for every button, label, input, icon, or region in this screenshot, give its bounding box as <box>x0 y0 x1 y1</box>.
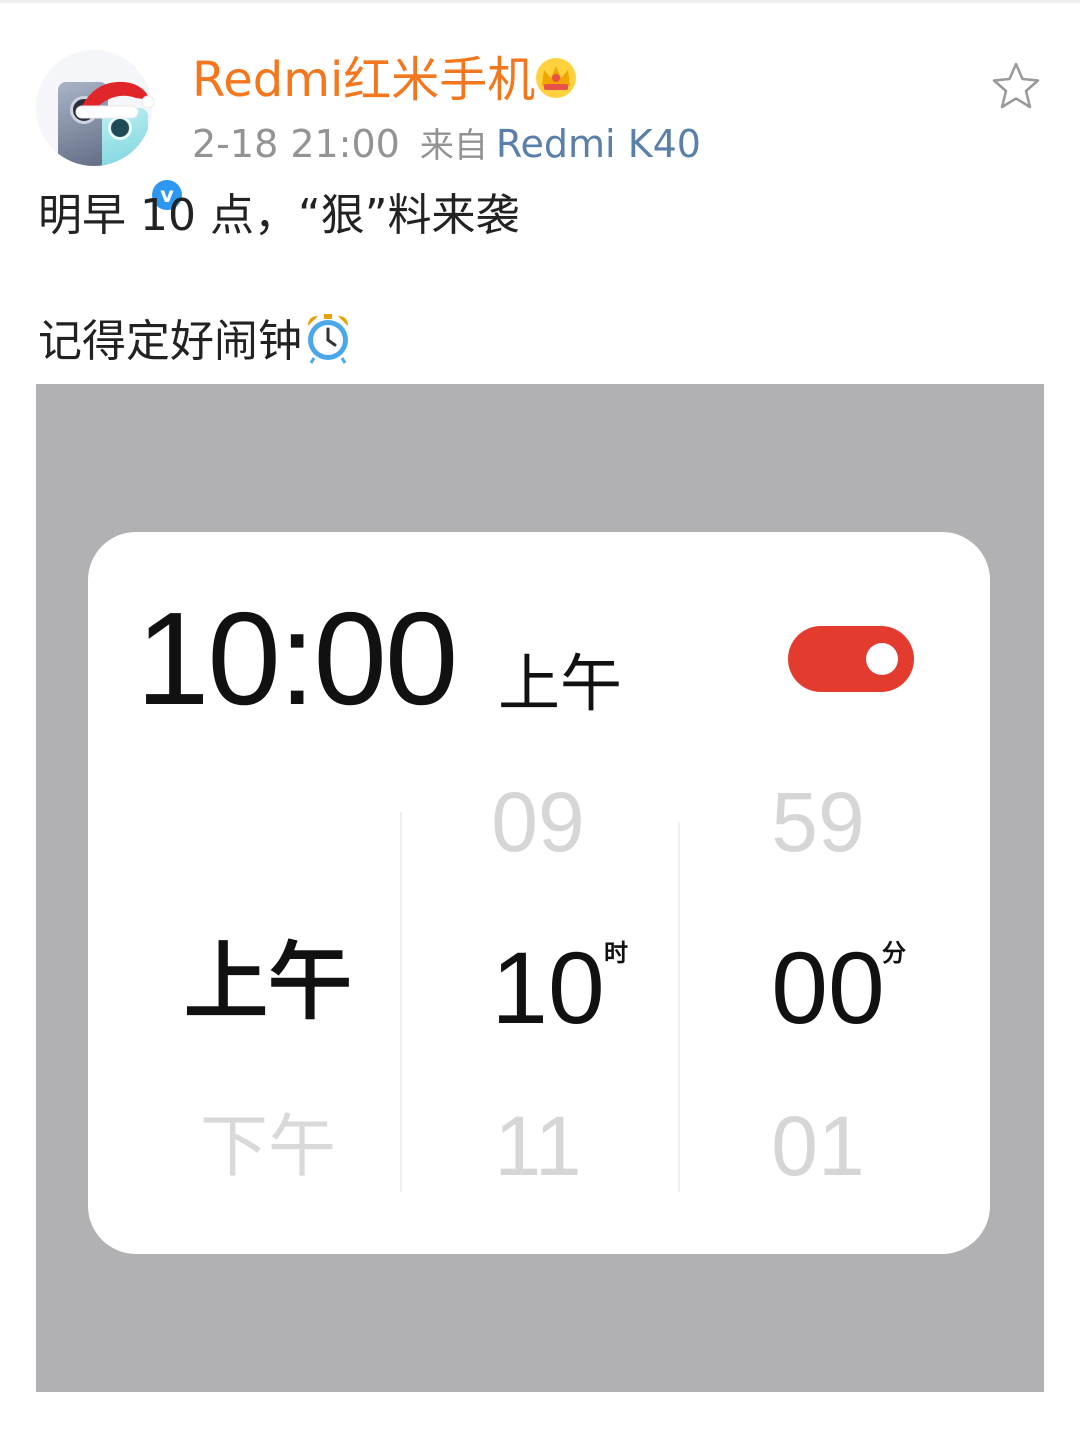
picker-divider <box>678 822 680 1192</box>
hour-unit-label: 时 <box>604 939 628 967</box>
alarm-time: 10:00 <box>136 585 458 732</box>
hour-wheel-next[interactable]: 11 <box>478 1096 598 1196</box>
source-device-link[interactable]: Redmi K40 <box>496 122 701 166</box>
toggle-knob <box>866 643 898 675</box>
post-timestamp: 2-18 21:00 <box>192 122 400 166</box>
crown-icon <box>536 58 576 98</box>
minute-wheel-selected[interactable]: 00 <box>758 928 898 1048</box>
hour-wheel-selected[interactable]: 10 <box>478 928 618 1048</box>
minute-wheel-prev[interactable]: 59 <box>758 772 878 872</box>
star-icon[interactable] <box>990 60 1042 112</box>
minute-unit-label: 分 <box>882 939 906 967</box>
hour-wheel-prev[interactable]: 09 <box>478 772 598 872</box>
minute-wheel-next[interactable]: 01 <box>758 1096 878 1196</box>
ampm-wheel-next[interactable]: 下午 <box>178 1098 358 1198</box>
username-link[interactable]: Redmi红米手机 <box>192 50 535 110</box>
alarm-ampm: 上午 <box>498 647 623 720</box>
post-text-line-2-label: 记得定好闹钟 <box>38 316 302 367</box>
picker-divider <box>400 812 402 1192</box>
post-text-line-1: 明早 10 点，“狠”料来袭 <box>38 190 520 241</box>
post-image[interactable]: 10:00 上午 上午 下午 09 10 时 11 59 00 分 01 <box>36 384 1044 1392</box>
post-meta: 2-18 21:00 来自 Redmi K40 <box>192 118 701 172</box>
alarm-toggle[interactable] <box>788 626 914 692</box>
alarm-clock-icon <box>308 314 348 364</box>
alarm-card: 10:00 上午 上午 下午 09 10 时 11 59 00 分 01 <box>88 532 990 1254</box>
top-divider <box>0 0 1080 3</box>
avatar[interactable]: v <box>36 50 186 214</box>
ampm-wheel-selected[interactable]: 上午 <box>168 922 368 1042</box>
source-prefix: 来自 <box>419 126 488 166</box>
santa-hat-icon <box>75 81 154 119</box>
post-text-line-2: 记得定好闹钟 <box>38 312 354 372</box>
